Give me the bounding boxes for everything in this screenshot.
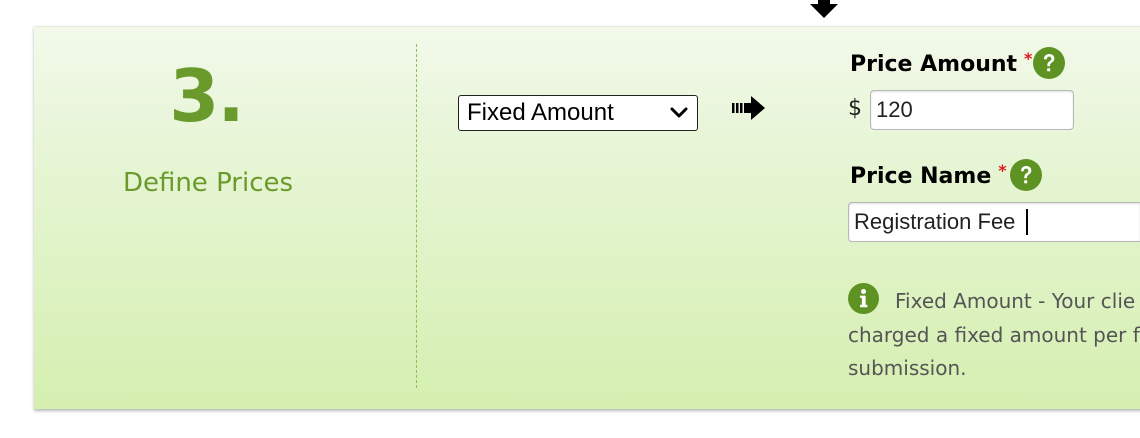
price-amount-label-text: Price Amount	[850, 52, 1018, 77]
step-number: 3.	[169, 54, 244, 138]
description-line: charged a fixed amount per fo	[848, 322, 1140, 347]
price-name-input[interactable]	[848, 202, 1140, 242]
text-cursor	[1026, 209, 1028, 235]
price-name-label: Price Name *	[850, 161, 1007, 189]
required-marker: *	[998, 161, 1007, 180]
price-type-selected-value: Fixed Amount	[467, 99, 614, 126]
price-type-select[interactable]: Fixed Amount	[458, 95, 698, 131]
price-name-label-text: Price Name	[850, 164, 992, 189]
currency-symbol: $	[848, 96, 862, 121]
required-marker: *	[1024, 49, 1033, 68]
question-circle-icon[interactable]	[1033, 47, 1065, 79]
price-amount-input[interactable]	[870, 90, 1074, 130]
description-line: Fixed Amount - Your clie	[895, 289, 1136, 313]
step-title: Define Prices	[122, 168, 294, 198]
chevron-down-icon	[670, 107, 688, 118]
section-divider	[416, 44, 417, 388]
question-circle-icon[interactable]	[1010, 159, 1042, 191]
description-line: submission.	[848, 356, 967, 380]
right-arrow-icon	[732, 96, 765, 120]
price-amount-label: Price Amount *	[850, 49, 1033, 77]
down-arrow-icon	[810, 0, 838, 18]
price-type-description: Fixed Amount - Your clie charged a fixed…	[848, 288, 1140, 386]
